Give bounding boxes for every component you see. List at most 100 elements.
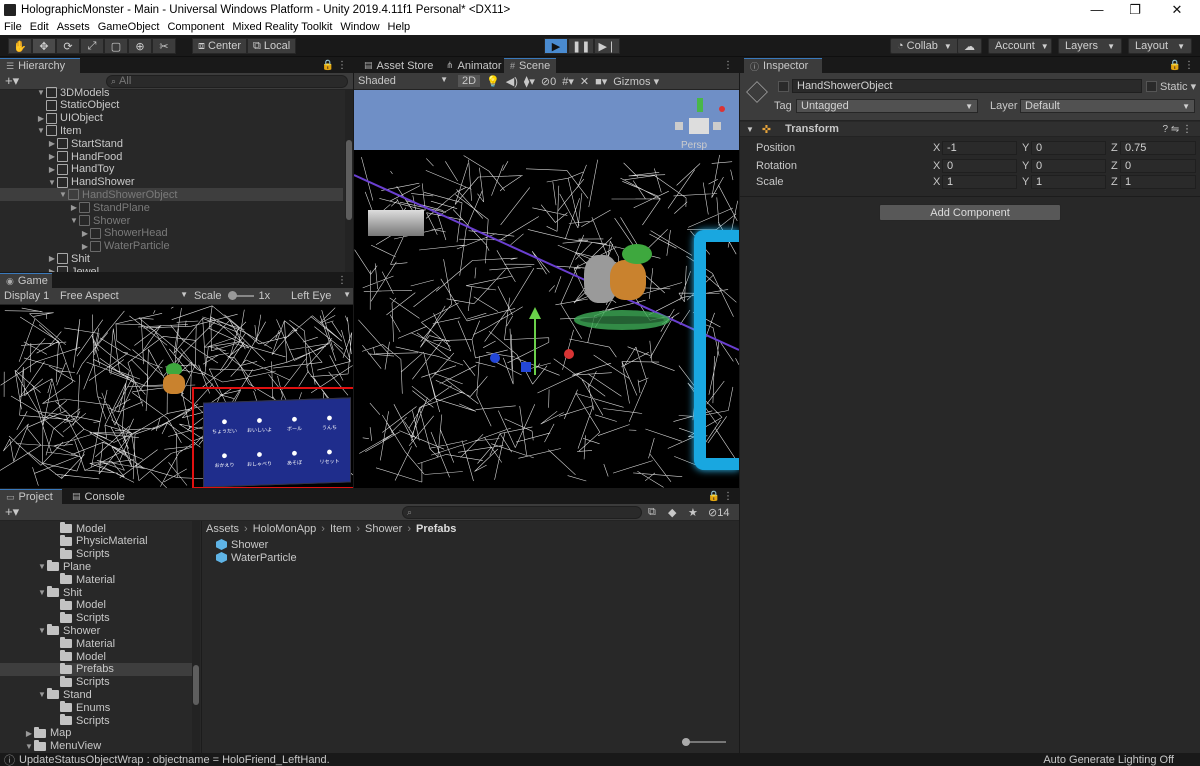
active-checkbox[interactable] <box>778 81 789 92</box>
gizmos-dropdown[interactable]: Gizmos ▾ <box>613 75 659 88</box>
expand-arrow-icon[interactable]: ▼ <box>37 690 47 699</box>
toggle-2d-button[interactable]: 2D <box>458 75 481 87</box>
hierarchy-item[interactable]: ▶ Jewel <box>0 265 343 272</box>
scale-y-field[interactable]: 1 <box>1031 175 1106 189</box>
project-folder-item[interactable]: Model <box>0 522 192 535</box>
account-dropdown[interactable]: Account ▼ <box>988 38 1052 54</box>
expand-arrow-icon[interactable]: ▶ <box>36 114 46 123</box>
position-y-field[interactable]: 0 <box>1031 141 1106 155</box>
expand-arrow-icon[interactable]: ▶ <box>47 165 57 174</box>
expand-arrow-icon[interactable]: ▶ <box>69 203 79 212</box>
tab-animator[interactable]: ⋔ Animator <box>440 58 508 73</box>
breadcrumb-item[interactable]: Item <box>330 523 351 535</box>
tools-icon[interactable]: ✕ <box>580 75 589 88</box>
grid-toggle-icon[interactable]: #▾ <box>562 75 574 88</box>
scene-orientation-gizmo[interactable]: Persp <box>671 96 729 156</box>
menu-gameobject[interactable]: GameObject <box>94 21 164 33</box>
hierarchy-item[interactable]: ▶ UIObject <box>0 112 343 125</box>
hierarchy-item[interactable]: ▶ StandPlane <box>0 201 343 214</box>
icon-size-slider[interactable] <box>682 738 726 746</box>
scale-z-field[interactable]: 1 <box>1120 175 1196 189</box>
position-z-field[interactable]: 0.75 <box>1120 141 1196 155</box>
scale-tool-button[interactable]: ⤢ <box>80 38 104 54</box>
panel-menu-icon[interactable]: 🔒 ⋮ <box>1169 58 1194 73</box>
project-search-input[interactable]: ⌕ <box>402 505 642 519</box>
hierarchy-item[interactable]: ▼ Item <box>0 124 343 137</box>
static-checkbox[interactable] <box>1146 81 1157 92</box>
panel-menu-icon[interactable]: 🔒 ⋮ <box>708 489 733 504</box>
filter-label-icon[interactable]: ◆ <box>668 506 676 519</box>
project-folder-item[interactable]: Material <box>0 573 192 586</box>
expand-arrow-icon[interactable]: ▶ <box>47 139 57 148</box>
pause-button[interactable]: ❚❚ <box>568 38 595 54</box>
display-dropdown[interactable]: Display 1 <box>4 290 60 302</box>
game-viewport[interactable]: ● ちょうだい ● おいしいよ ● ボール ● うんち ● おかえり ● おしゃべり ● あそぼ ● リセット <box>0 305 353 488</box>
project-folder-item[interactable]: Model <box>0 598 192 612</box>
project-folder-item[interactable]: ▼ Shit <box>0 586 192 599</box>
project-folder-item[interactable]: Enums <box>0 701 192 714</box>
create-button[interactable]: +▾ <box>5 504 19 520</box>
expand-arrow-icon[interactable]: ▼ <box>58 190 68 199</box>
object-name-field[interactable]: HandShowerObject <box>792 79 1142 93</box>
expand-arrow-icon[interactable]: ▶ <box>47 254 57 263</box>
project-folder-item[interactable]: ▶ Map <box>0 726 192 740</box>
expand-arrow-icon[interactable]: ▼ <box>24 742 34 751</box>
custom-tool-button[interactable]: ✂ <box>152 38 176 54</box>
aspect-dropdown[interactable]: Free Aspect ▼ <box>60 290 188 302</box>
expand-arrow-icon[interactable]: ▼ <box>37 562 47 571</box>
menu-edit[interactable]: Edit <box>26 21 53 33</box>
camera-icon[interactable]: ■▾ <box>595 75 607 88</box>
project-folder-item[interactable]: ▼ Stand <box>0 688 192 701</box>
close-button[interactable]: ✕ <box>1154 0 1200 19</box>
expand-arrow-icon[interactable]: ▶ <box>47 267 57 272</box>
transform-header[interactable]: ▼ ✜ Transform ? ⇋ ⋮ <box>740 122 1200 137</box>
expand-arrow-icon[interactable]: ▼ <box>37 626 47 635</box>
scale-slider[interactable] <box>227 291 254 300</box>
layers-dropdown[interactable]: Layers ▼ <box>1058 38 1122 54</box>
hierarchy-item[interactable]: ▼ HandShower <box>0 176 343 189</box>
expand-arrow-icon[interactable]: ▼ <box>36 88 46 97</box>
scale-x-field[interactable]: 1 <box>942 175 1017 189</box>
rect-tool-button[interactable]: ▢ <box>104 38 128 54</box>
hierarchy-item[interactable]: ▶ WaterParticle <box>0 240 343 253</box>
pivot-center-button[interactable]: ⧈ Center <box>192 38 248 54</box>
menu-component[interactable]: Component <box>163 21 228 33</box>
hierarchy-item[interactable]: ▼ HandShowerObject <box>0 188 343 202</box>
minimize-button[interactable]: — <box>1078 0 1116 19</box>
move-tool-button[interactable]: ✥ <box>32 38 56 54</box>
project-folder-item[interactable]: PhysicMaterial <box>0 534 192 548</box>
breadcrumb-assets[interactable]: Assets <box>206 523 239 535</box>
scene-viewport[interactable]: Persp <box>354 90 739 488</box>
expand-arrow-icon[interactable]: ▶ <box>80 242 90 251</box>
pivot-local-button[interactable]: ⧉ Local <box>247 38 297 54</box>
breadcrumb-shower[interactable]: Shower <box>365 523 402 535</box>
menu-mixed-reality-toolkit[interactable]: Mixed Reality Toolkit <box>228 21 336 33</box>
step-button[interactable]: ▶❘ <box>594 38 621 54</box>
cloud-button[interactable]: ☁ <box>957 38 982 54</box>
expand-arrow-icon[interactable]: ▶ <box>24 729 34 738</box>
maximize-button[interactable]: ❐ <box>1116 0 1154 19</box>
hierarchy-item[interactable]: ▶ HandToy <box>0 163 343 176</box>
panel-menu-icon[interactable]: ⋮ <box>337 273 347 288</box>
rotation-y-field[interactable]: 0 <box>1031 159 1106 173</box>
project-folder-item[interactable]: Scripts <box>0 547 192 561</box>
hierarchy-item[interactable]: ▶ StartStand <box>0 137 343 150</box>
tab-asset-store[interactable]: ▤ Asset Store <box>358 58 439 73</box>
project-tree-scrollbar[interactable] <box>192 521 200 753</box>
project-folder-item[interactable]: Scripts <box>0 675 192 689</box>
move-gizmo[interactable] <box>490 305 580 385</box>
hierarchy-item[interactable]: ▼ Shower <box>0 214 343 227</box>
hierarchy-item[interactable]: ▶ HandFood <box>0 150 343 163</box>
project-folder-item[interactable]: ▼ Plane <box>0 560 192 573</box>
breadcrumb-holomonapp[interactable]: HoloMonApp <box>253 523 317 535</box>
asset-item[interactable]: Shower <box>216 538 268 551</box>
menu-file[interactable]: File <box>0 21 26 33</box>
breadcrumb-prefabs[interactable]: Prefabs <box>416 523 456 535</box>
lighting-icon[interactable]: 💡 <box>486 75 500 88</box>
panel-menu-icon[interactable]: ⋮ <box>723 58 733 73</box>
project-folder-item[interactable]: ▼ MenuView <box>0 739 192 753</box>
menu-assets[interactable]: Assets <box>53 21 94 33</box>
tab-game[interactable]: ◉ Game <box>0 273 52 288</box>
hierarchy-item[interactable]: ▼ 3DModels <box>0 86 343 99</box>
rotate-tool-button[interactable]: ⟳ <box>56 38 80 54</box>
